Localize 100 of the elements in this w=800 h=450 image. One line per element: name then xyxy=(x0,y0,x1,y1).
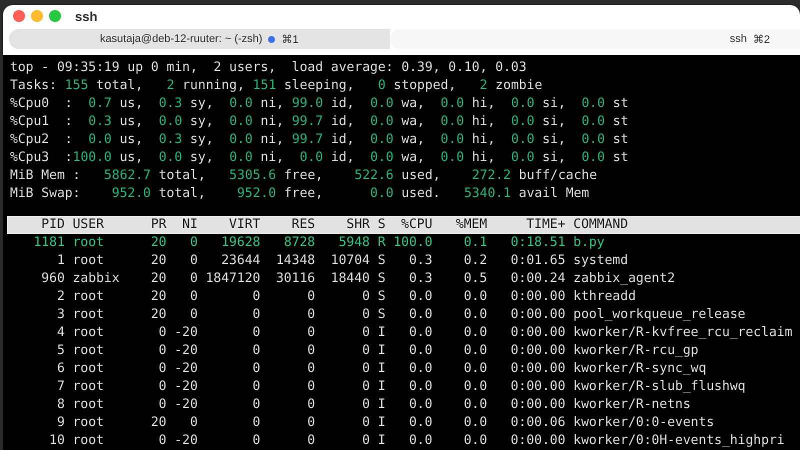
minimize-button[interactable] xyxy=(31,10,43,22)
table-cell-text: kworker/R-kvfree_rcu_reclaim xyxy=(573,324,794,342)
table-cell-text: 0 xyxy=(252,342,260,360)
table-cell: -20 xyxy=(174,324,198,342)
table-cell-text: kworker/R-netns xyxy=(573,396,692,414)
table-cell-text: 0.0 xyxy=(408,414,432,432)
table-cell-text: 0.0 xyxy=(408,342,432,360)
table-cell-text: 20 xyxy=(150,252,166,270)
table-cell-text: 0 xyxy=(252,414,260,432)
table-cell-text: 7 xyxy=(56,378,65,396)
column-header: USER xyxy=(72,216,105,234)
summary-line: MiB Swap: 952.0 total, 952.0 free, 0.0 used. 5340.1 avail Mem xyxy=(9,185,590,203)
table-cell-text: root xyxy=(72,342,105,360)
table-cell-text: 0.0 xyxy=(462,342,488,360)
table-cell-text: 0.2 xyxy=(462,252,488,270)
table-cell-text: zabbix xyxy=(72,270,121,288)
table-cell-text: kworker/R-sync_wq xyxy=(573,360,708,378)
table-cell-text: 6 xyxy=(56,360,65,378)
table-cell-text: 0 xyxy=(158,342,166,360)
table-cell-text: root xyxy=(72,414,105,432)
table-cell-text: 0:00.00 xyxy=(510,306,566,324)
table-cell-text: 0.0 xyxy=(462,378,488,396)
table-cell-text: 0:00.00 xyxy=(510,432,566,450)
table-cell-text: kthreadd xyxy=(573,288,637,306)
table-cell-text: 3 xyxy=(56,306,65,324)
table-cell-text: 8 xyxy=(56,396,65,414)
table-cell-text: b.py xyxy=(573,234,606,252)
table-cell: -20 xyxy=(174,378,198,396)
table-cell-text: 0.0 xyxy=(462,414,488,432)
table-cell: S xyxy=(378,288,386,306)
table-cell-text: 0 xyxy=(306,288,316,306)
table-cell-text: 30116 xyxy=(274,270,316,288)
table-cell-text: 0 xyxy=(252,378,260,396)
table-cell-text: 20 xyxy=(150,270,166,288)
table-cell-text: root xyxy=(72,288,105,306)
table-cell: I xyxy=(378,342,386,360)
table-cell-text: 0.0 xyxy=(462,324,488,342)
table-cell-text: root xyxy=(72,396,105,414)
table-cell-text: 0 xyxy=(306,432,316,450)
tab[interactable]: ssh ⌘2 xyxy=(390,29,800,49)
table-cell-text: 10704 xyxy=(330,252,370,270)
table-cell-text: 0 xyxy=(306,342,316,360)
column-header: RES xyxy=(290,216,316,234)
table-cell-text: kworker/R-slub_flushwq xyxy=(573,378,746,396)
column-header: PID xyxy=(40,216,65,234)
table-cell-text: 0.0 xyxy=(462,432,488,450)
table-cell-text: 0 xyxy=(158,324,166,342)
table-cell-text: 2 xyxy=(56,288,65,306)
tab[interactable]: kasutaja@deb-12-ruuter: ~ (-zsh) ⌘1 xyxy=(9,29,390,49)
table-cell-text: 0 xyxy=(252,324,260,342)
table-cell-text: 20 xyxy=(150,234,166,252)
window-title: ssh xyxy=(75,8,98,24)
table-cell-text: root xyxy=(72,306,105,324)
table-cell-text: systemd xyxy=(573,252,630,270)
summary-line: %Cpu0 : 0.7 us, 0.3 sy, 0.0 ni, 99.0 id, 0.0 wa, 0.0 hi, 0.0 si, 0.0 st xyxy=(9,95,630,113)
table-cell-text: 20 xyxy=(150,414,166,432)
table-cell-text: 0 xyxy=(158,396,166,414)
table-cell: -20 xyxy=(174,360,198,378)
table-cell-text: 0 xyxy=(306,414,316,432)
table-cell-text: root xyxy=(72,432,105,450)
table-cell: 1847120 xyxy=(206,270,260,288)
table-cell-text: 0:00.06 xyxy=(510,414,566,432)
table-cell-text: 0:01.65 xyxy=(510,252,566,270)
table-cell-text: 0.0 xyxy=(408,324,432,342)
table-cell-text: 0 xyxy=(158,360,166,378)
table-cell-text: 0:00.00 xyxy=(510,396,566,414)
table-cell-text: 960 xyxy=(40,270,65,288)
column-header: S xyxy=(378,216,386,234)
summary-line: %Cpu1 : 0.3 us, 0.0 sy, 0.0 ni, 99.7 id, 0.0 wa, 0.0 hi, 0.0 si, 0.0 st xyxy=(9,113,630,131)
table-cell-text: 0:00.00 xyxy=(510,378,566,396)
table-cell-text: 0.3 xyxy=(408,252,432,270)
table-cell-text: 0 xyxy=(361,378,370,396)
table-cell-text: 8728 xyxy=(282,234,316,252)
table-cell-text: 0 xyxy=(252,306,260,324)
table-cell-text: 14348 xyxy=(274,252,316,270)
table-cell: I xyxy=(378,360,386,378)
summary-line: %Cpu3 :100.0 us, 0.0 sy, 0.0 ni, 0.0 id, 0.0 wa, 0.0 hi, 0.0 si, 0.0 st xyxy=(9,149,630,167)
summary-line: top - 09:35:19 up 0 min, 2 users, load average: 0.39, 0.10, 0.03 xyxy=(9,59,528,77)
zoom-button[interactable] xyxy=(49,10,61,22)
table-cell-text: 0 xyxy=(188,414,198,432)
table-cell-text: 10 xyxy=(48,432,65,450)
table-cell: I xyxy=(378,396,386,414)
table-cell-text: 0 xyxy=(252,432,260,450)
table-cell-text: 0 xyxy=(188,306,198,324)
table-cell-text: root xyxy=(72,234,105,252)
table-cell-text: kworker/R-rcu_gp xyxy=(573,342,700,360)
table-cell-text: 0 xyxy=(188,252,198,270)
close-button[interactable] xyxy=(13,10,25,22)
column-header: NI xyxy=(181,216,198,234)
table-cell-text: 0 xyxy=(188,270,198,288)
table-cell: S xyxy=(378,252,386,270)
table-cell-text: 0 xyxy=(306,378,316,396)
table-cell-text: 0.0 xyxy=(462,288,488,306)
table-cell-text: 0 xyxy=(158,432,166,450)
summary-line: %Cpu2 : 0.0 us, 0.3 sy, 0.0 ni, 99.7 id, 0.0 wa, 0.0 hi, 0.0 si, 0.0 st xyxy=(9,131,630,149)
table-cell-text: 20 xyxy=(150,288,166,306)
summary-line: MiB Mem : 5862.7 total, 5305.6 free, 522.6 used, 272.2 buff/cache xyxy=(9,167,598,185)
table-cell: -20 xyxy=(174,342,198,360)
table-cell-text: pool_workqueue_release xyxy=(573,306,746,324)
table-cell-text: 0.0 xyxy=(408,288,432,306)
